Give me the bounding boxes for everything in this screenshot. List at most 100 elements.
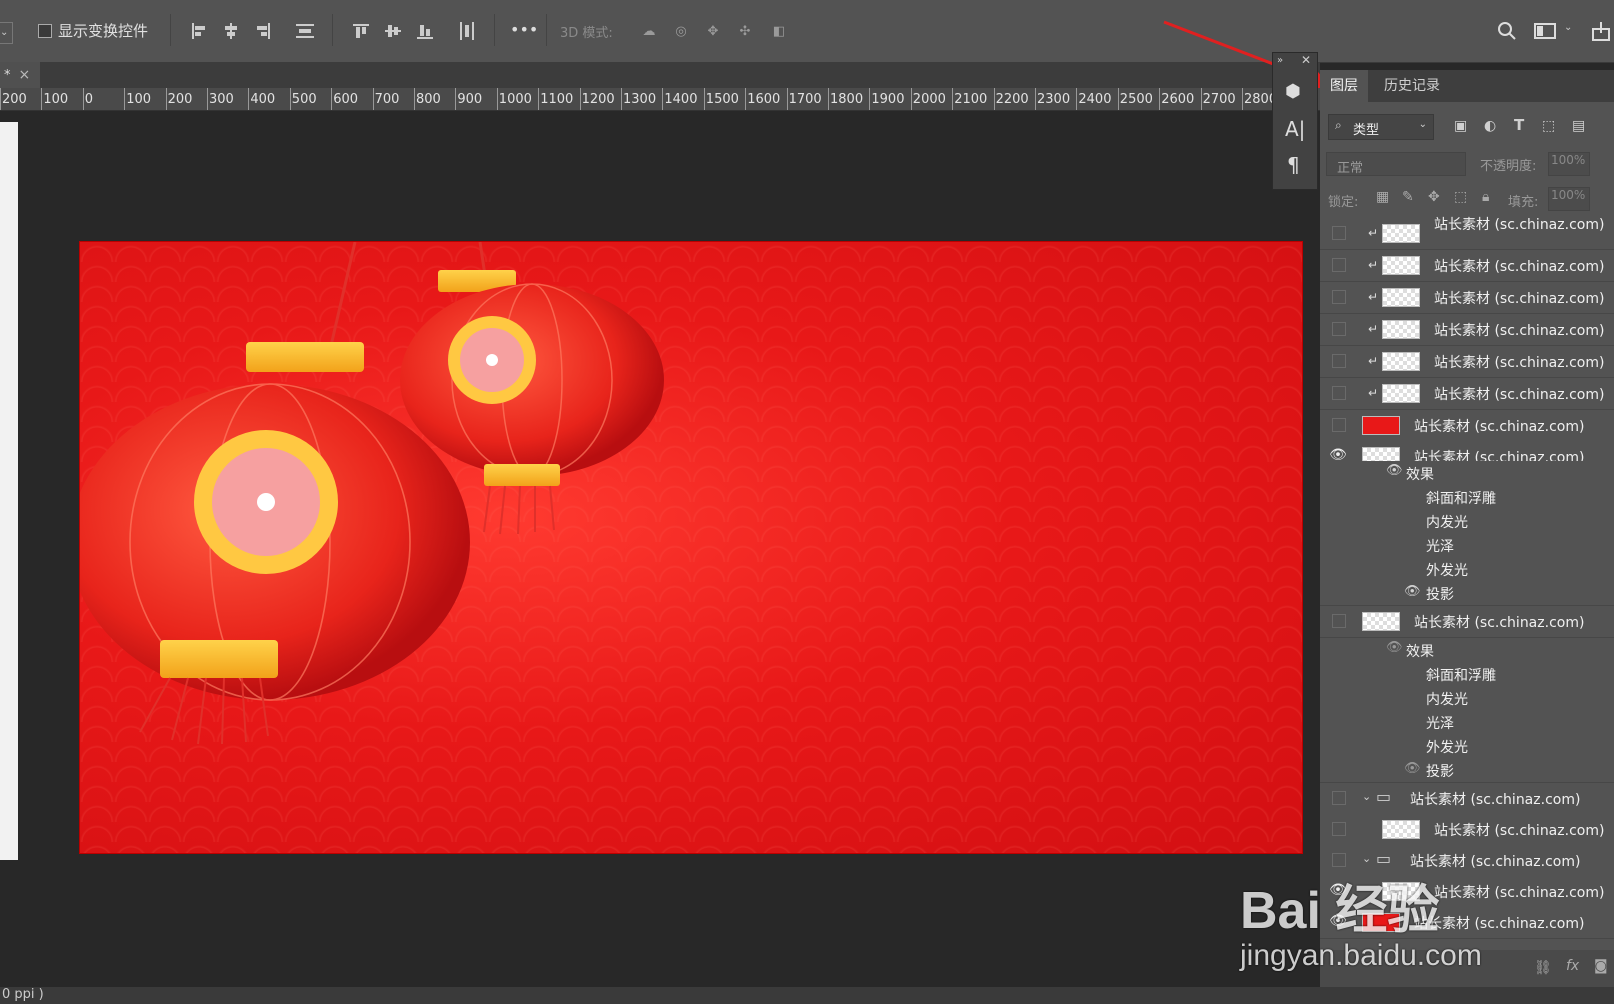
tool-preset-dropdown[interactable]: ⌄ xyxy=(0,22,13,44)
visibility-toggle[interactable] xyxy=(1332,354,1346,368)
layer-row[interactable]: ↵ 站长素材 (sc.chinaz.com) xyxy=(1320,314,1614,346)
effect-label: 斜面和浮雕 xyxy=(1426,668,1496,684)
filter-pixel-icon[interactable]: ▣ xyxy=(1454,118,1467,134)
visibility-toggle[interactable] xyxy=(1332,226,1346,240)
layer-row[interactable]: 站长素材 (sc.chinaz.com) xyxy=(1320,814,1614,846)
ruler-tickline xyxy=(538,88,540,110)
effects-group[interactable]: 👁︎ 效果 xyxy=(1320,638,1614,662)
fill-field[interactable]: 100% xyxy=(1548,187,1590,211)
filter-type-icon[interactable]: T xyxy=(1514,116,1524,134)
show-transform-checkbox[interactable] xyxy=(38,24,52,38)
tab-history[interactable]: 历史记录 xyxy=(1374,70,1450,102)
visibility-toggle[interactable] xyxy=(1332,822,1346,836)
filter-smartobject-icon[interactable]: ▤ xyxy=(1572,118,1585,134)
effect-item[interactable]: 斜面和浮雕 xyxy=(1320,485,1614,509)
group-row[interactable]: ⌄ ▭ 站长素材 (sc.chinaz.com) xyxy=(1320,783,1614,815)
lock-position-icon[interactable]: ✥ xyxy=(1428,189,1440,205)
eye-icon[interactable]: 👁︎ xyxy=(1386,463,1403,478)
effect-item[interactable]: 光泽 xyxy=(1320,710,1614,734)
chevron-down-icon[interactable]: ⌄ xyxy=(1362,790,1371,803)
align-bottom-icon[interactable] xyxy=(414,20,436,42)
layer-row[interactable]: 👁︎ 站长素材 (sc.chinaz.com) xyxy=(1320,441,1614,466)
mask-icon[interactable]: ◙ xyxy=(1594,958,1608,974)
paragraph-panel-icon[interactable]: ¶ xyxy=(1287,153,1300,177)
effects-group[interactable]: 👁︎ 效果 xyxy=(1320,461,1614,485)
more-options-button[interactable]: ••• xyxy=(510,20,538,39)
clipping-mask-icon: ↵ xyxy=(1368,354,1379,368)
align-hcenter-icon[interactable] xyxy=(220,20,242,42)
visibility-toggle[interactable] xyxy=(1332,290,1346,304)
blend-mode-select[interactable]: 正常 xyxy=(1326,152,1466,176)
effect-item[interactable]: 👁︎ 投影 xyxy=(1320,581,1614,606)
filter-shape-icon[interactable]: ⬚ xyxy=(1542,118,1555,134)
visibility-toggle[interactable] xyxy=(1332,322,1346,336)
effect-item[interactable]: 👁︎ 投影 xyxy=(1320,758,1614,783)
3d-panel-icon[interactable]: ⬢ xyxy=(1285,81,1301,102)
effect-item[interactable]: 外发光 xyxy=(1320,557,1614,581)
visibility-toggle[interactable] xyxy=(1332,853,1346,867)
eye-icon[interactable]: 👁︎ xyxy=(1404,584,1421,599)
ruler-tickline xyxy=(579,88,581,110)
effect-item[interactable]: 内发光 xyxy=(1320,686,1614,710)
3d-pan-icon[interactable]: ✥ xyxy=(702,20,724,42)
search-icon[interactable] xyxy=(1496,20,1518,42)
layer-row[interactable]: 站长素材 (sc.chinaz.com) xyxy=(1320,606,1614,638)
3d-orbit-icon[interactable]: ☁ xyxy=(638,20,660,42)
align-vcenter-icon[interactable] xyxy=(382,20,404,42)
layer-row[interactable]: ↵ 站长素材 (sc.chinaz.com) xyxy=(1320,346,1614,378)
effect-item[interactable]: 斜面和浮雕 xyxy=(1320,662,1614,686)
opacity-field[interactable]: 100% xyxy=(1548,152,1590,176)
visibility-toggle[interactable] xyxy=(1332,258,1346,272)
align-right-icon[interactable] xyxy=(252,20,274,42)
visibility-toggle[interactable] xyxy=(1332,791,1346,805)
chevron-down-icon[interactable]: ⌄ xyxy=(1362,852,1371,865)
expand-panels-icon[interactable]: » xyxy=(1277,55,1283,66)
layer-row[interactable]: 站长素材 (sc.chinaz.com) xyxy=(1320,410,1614,442)
lock-paint-icon[interactable]: ✎ xyxy=(1402,189,1414,205)
ruler-tick-label: 1400 xyxy=(664,92,698,107)
layer-thumbnail xyxy=(1362,416,1400,435)
layer-row[interactable]: ↵ 站长素材 (sc.chinaz.com) xyxy=(1320,250,1614,282)
artwork-canvas[interactable] xyxy=(79,241,1303,854)
watermark-brand: Bai 经验 xyxy=(1240,882,1440,940)
ruler-tickline xyxy=(124,88,126,110)
ruler-tick-label: 1500 xyxy=(705,92,739,107)
workspace-dropdown-icon[interactable]: ⌄ xyxy=(1564,22,1572,33)
visibility-toggle[interactable] xyxy=(1332,614,1346,628)
layer-row[interactable]: ↵ 站长素材 (sc.chinaz.com) xyxy=(1320,282,1614,314)
eye-icon[interactable]: 👁︎ xyxy=(1404,761,1421,776)
3d-camera-icon[interactable]: ◧ xyxy=(768,20,790,42)
ruler-tick-label: 2100 xyxy=(954,92,988,107)
layer-row[interactable]: ↵ 站长素材 (sc.chinaz.com) xyxy=(1320,378,1614,410)
layer-row[interactable]: ↵ 站长素材 (sc.chinaz.com) xyxy=(1320,217,1614,250)
character-panel-icon[interactable]: A| xyxy=(1285,117,1305,141)
filter-adjustment-icon[interactable]: ◐ xyxy=(1484,118,1496,134)
distribute-horizontal-icon[interactable] xyxy=(456,20,478,42)
fx-icon[interactable]: fx xyxy=(1566,958,1579,974)
link-layers-icon[interactable]: ⛓︎ xyxy=(1534,960,1552,976)
share-icon[interactable] xyxy=(1590,20,1612,42)
eye-icon[interactable]: 👁︎ xyxy=(1386,640,1403,655)
effect-item[interactable]: 光泽 xyxy=(1320,533,1614,557)
filter-kind-select[interactable]: ⌕ 类型 ⌄ xyxy=(1328,114,1434,140)
ruler-tick-label: 200 xyxy=(2,92,27,107)
close-dock-icon[interactable]: ✕ xyxy=(1301,53,1311,67)
align-top-icon[interactable] xyxy=(350,20,372,42)
align-left-icon[interactable] xyxy=(188,20,210,42)
ruler-tickline xyxy=(828,88,829,110)
visibility-toggle[interactable] xyxy=(1332,418,1346,432)
lock-transparent-icon[interactable]: ▦ xyxy=(1376,189,1389,205)
3d-roll-icon[interactable]: ◎ xyxy=(670,20,692,42)
close-tab-icon[interactable]: × xyxy=(19,67,31,83)
3d-slide-icon[interactable]: ✣ xyxy=(734,20,756,42)
lock-all-icon[interactable]: 🔒︎ xyxy=(1482,189,1489,205)
effect-item[interactable]: 内发光 xyxy=(1320,509,1614,533)
distribute-vertical-icon[interactable] xyxy=(294,20,316,42)
effect-label: 斜面和浮雕 xyxy=(1426,491,1496,507)
workspace-icon[interactable] xyxy=(1534,20,1556,42)
effect-item[interactable]: 外发光 xyxy=(1320,734,1614,758)
tab-layers[interactable]: 图层 xyxy=(1320,70,1368,102)
document-tab[interactable]: * × xyxy=(0,62,40,88)
visibility-toggle[interactable] xyxy=(1332,386,1346,400)
lock-artboard-icon[interactable]: ⬚ xyxy=(1454,189,1467,205)
